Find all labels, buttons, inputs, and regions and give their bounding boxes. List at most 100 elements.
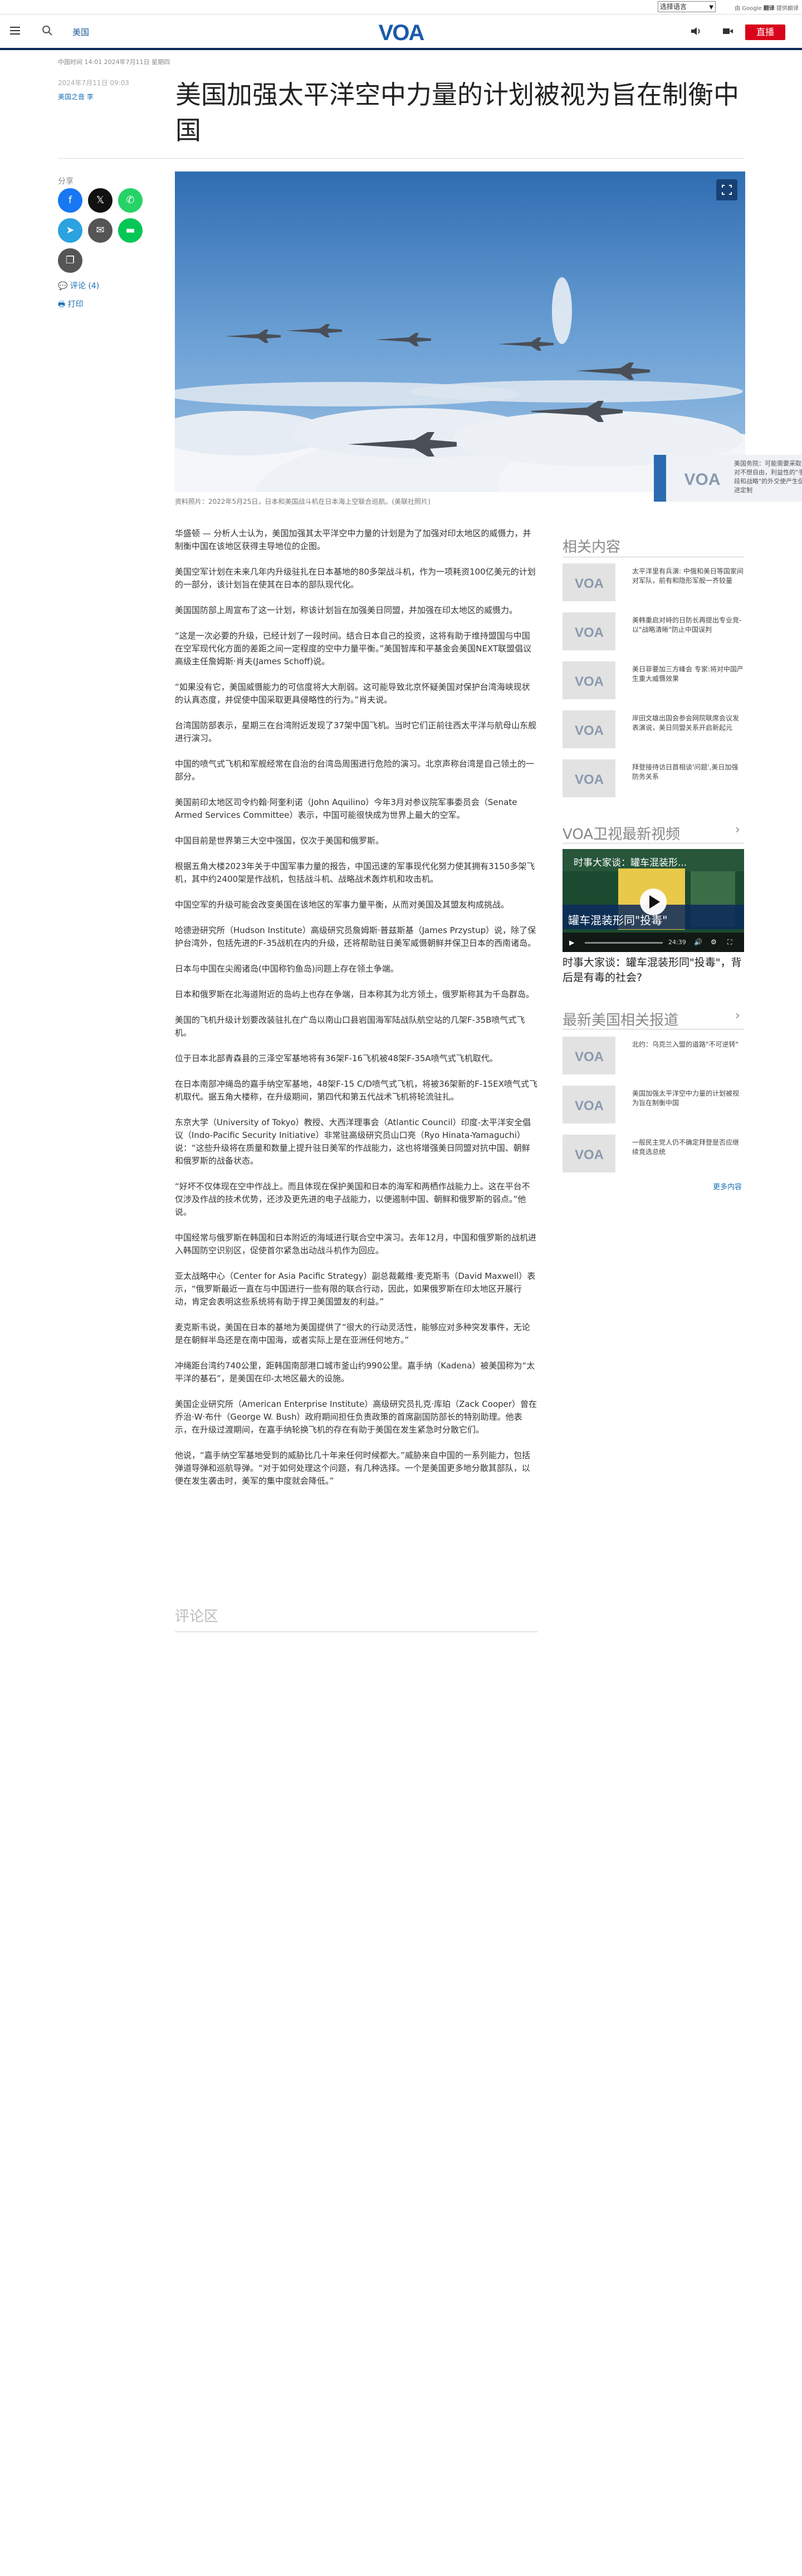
play-small-icon[interactable]: ▶ <box>569 939 574 946</box>
article-paragraph: 美国前印太地区司令约翰·阿奎利诺（John Aquilino）今年3月对参议院军… <box>175 797 517 820</box>
article-paragraph: 麦克斯韦说，美国在日本的基地为美国提供了“很大的行动灵活性，能够应对多种突发事件… <box>175 1322 530 1345</box>
image-caption: 资料照片：2022年5月25日，日本和美国战斗机在日本海上空联合巡航。(美联社照… <box>175 498 431 506</box>
live-button[interactable]: 直播 <box>745 24 785 40</box>
chevron-right-icon[interactable]: › <box>735 823 740 837</box>
voa-logo: VOA <box>575 674 604 688</box>
x-twitter-icon[interactable]: 𝕏 <box>88 188 113 213</box>
fullscreen-icon[interactable]: ⛶ <box>727 938 732 946</box>
article-paragraph: 美国企业研究所（American Enterprise Institute）高级… <box>175 1399 537 1435</box>
story-title: 美韩重启对峙的日防长再提出专业竞-以"战略清晰"防止中国误判 <box>632 616 742 634</box>
article-paragraph: 中国空军的升级可能会改变美国在该地区的军事力量平衡，从而对美国及其盟友构成挑战。 <box>175 900 510 910</box>
volume-icon[interactable]: 🔊 <box>694 938 702 946</box>
video-title[interactable]: 时事大家谈：罐车混装形同"投毒"，背后是有毒的社会? <box>563 955 744 985</box>
site-header: 美国 VOA 直播 <box>0 14 802 50</box>
article-paragraph: 中国的喷气式飞机和军舰经常在自治的台湾岛周围进行危险的演习。北京声称台湾是自己领… <box>175 759 535 782</box>
video-heading[interactable]: VOA卫视最新视频 <box>563 823 680 843</box>
story-title: 拜登接待访日首相谈'问题',美日加强防务关系 <box>632 763 739 781</box>
sidebar-story-item[interactable]: VOA 太平洋里有兵演: 中俄和美日等国家间对军队，前有和隐形军舰一齐较量 <box>563 563 744 601</box>
article-paragraph: 台湾国防部表示，星期三在台湾附近发现了37架中国飞机。当时它们正前往西太平洋与航… <box>175 720 537 743</box>
story-title: 美日菲要加三方峰会 专家:将对中国产生重大威慑效果 <box>632 665 744 683</box>
divider <box>58 158 744 159</box>
article-paragraph: 他说，“嘉手纳空军基地受到的威胁比几十年来任何时候都大。”威胁来自中国的一系列能… <box>175 1450 531 1486</box>
sidebar-story-item[interactable]: VOA 北约：乌克兰入盟的道路"不可逆转" <box>563 1037 744 1074</box>
sidebar-story-item[interactable]: VOA 一般民主党人仍不确定拜登是否应继续竞选总统 <box>563 1135 744 1172</box>
video-duration: 24:39 <box>668 939 686 946</box>
story-title: 一般民主党人仍不确定拜登是否应继续竞选总统 <box>632 1139 740 1156</box>
floating-promo-card[interactable]: VOA 美国务院：可能需要采取对不想自由，利益性的"手段和战略"的外交使产生促进… <box>654 455 802 502</box>
article-paragraph: 华盛顿 — 分析人士认为，美国加强其太平洋空中力量的计划是为了加强对印太地区的威… <box>175 528 531 551</box>
language-select-label: 选择语言 <box>660 3 687 11</box>
publish-date: 2024年7月11日 09:03 <box>58 79 129 87</box>
article-paragraph: 日本与中国在尖阁诸岛(中国称钓鱼岛)问题上存在领土争端。 <box>175 964 399 974</box>
chevron-down-icon: ▼ <box>709 4 713 11</box>
article-paragraph: 中国目前是世界第三大空中强国，仅次于美国和俄罗斯。 <box>175 836 384 846</box>
facebook-icon[interactable]: f <box>58 188 82 213</box>
voa-logo[interactable]: VOA <box>373 20 429 45</box>
svg-text:VOA: VOA <box>575 1049 604 1063</box>
search-icon[interactable] <box>41 24 53 37</box>
article-paragraph: 哈德逊研究所（Hudson Institute）高级研究员詹姆斯·普兹斯基（Ja… <box>175 925 536 948</box>
latest-heading[interactable]: 最新美国相关报道 <box>563 1009 678 1029</box>
story-title: 太平洋里有兵演: 中俄和美日等国家间对军队，前有和隐形军舰一齐较量 <box>632 567 744 585</box>
story-thumbnail: VOA <box>563 563 615 601</box>
story-thumbnail: VOA <box>563 612 615 650</box>
article-paragraph: 中国经常与俄罗斯在韩国和日本附近的海域进行联合空中演习。去年12月，中国和俄罗斯… <box>175 1233 537 1255</box>
email-icon[interactable]: ✉ <box>88 218 113 243</box>
sidebar-story-item[interactable]: VOA 美韩重启对峙的日防长再提出专业竞-以"战略清晰"防止中国误判 <box>563 612 744 650</box>
video-progress-bar[interactable] <box>585 942 663 944</box>
print-link[interactable]: 🖶 打印 <box>58 298 84 312</box>
share-label: 分享 <box>58 177 74 186</box>
svg-text:VOA: VOA <box>575 1098 604 1112</box>
story-title: 北约：乌克兰入盟的道路"不可逆转" <box>632 1041 739 1048</box>
speaker-icon[interactable] <box>689 26 702 37</box>
article-paragraph: 美国国防部上周宣布了这一计划，称该计划旨在加强美日同盟，并加强在印太地区的威慑力… <box>175 605 518 615</box>
svg-text:VOA: VOA <box>575 625 604 639</box>
svg-text:VOA: VOA <box>575 1147 604 1161</box>
section-link[interactable]: 美国 <box>72 26 89 38</box>
article-paragraph: “如果没有它，美国威慑能力的可信度将大大削弱。这可能导致北京怀疑美国对保护台湾海… <box>175 682 530 705</box>
sidebar-story-item[interactable]: VOA 拜登接待访日首相谈'问题',美日加强防务关系 <box>563 759 744 797</box>
more-link[interactable]: 更多内容 <box>713 1181 742 1191</box>
sidebar-story-item[interactable]: VOA 美日菲要加三方峰会 专家:将对中国产生重大威慑效果 <box>563 661 744 699</box>
google-translate-credit: 由 Google 翻译 提供翻译 <box>735 6 799 12</box>
fighter-jets-photo <box>175 171 745 492</box>
sidebar-story-item[interactable]: VOA 岸田文雄出国会参会网院联席会议发表演说，美日同盟关系开启新起元 <box>563 710 744 748</box>
article-paragraph: “好坏不仅体现在空中作战上。而且体现在保护美国和日本的海军和两栖作战能力上。这在… <box>175 1181 530 1217</box>
voa-logo: VOA <box>575 625 604 639</box>
language-select[interactable]: 选择语言 ▼ <box>658 1 716 12</box>
voa-logo: VOA <box>575 1147 604 1161</box>
hero-image <box>175 171 745 492</box>
video-icon[interactable] <box>722 26 734 37</box>
story-thumbnail: VOA <box>563 1037 615 1074</box>
promo-text: 美国务院：可能需要采取对不想自由，利益性的"手段和战略"的外交使产生促进定制 <box>734 460 802 494</box>
video-player[interactable]: 时事大家谈：罐车混装形... 罐车混装形同"投毒" ▶ 24:39 🔊 ⚙ ⛶ <box>563 849 744 952</box>
related-heading: 相关内容 <box>563 539 621 556</box>
article-paragraph: “这是一次必要的升级，已经计划了一段时间。结合日本自己的投资，这将有助于维持盟国… <box>175 631 532 666</box>
svg-text:VOA: VOA <box>575 723 604 737</box>
author-link[interactable]: 美国之音 李 <box>58 92 94 101</box>
copy-link-icon[interactable]: ❐ <box>58 248 82 273</box>
article-title: 美国加强太平洋空中力量的计划被视为旨在制衡中国 <box>175 80 739 145</box>
story-thumbnail: VOA <box>563 1086 615 1123</box>
menu-icon[interactable] <box>10 27 20 35</box>
whatsapp-icon[interactable]: ✆ <box>118 188 143 213</box>
voa-logo: VOA <box>575 723 604 737</box>
expand-image-button[interactable] <box>716 179 737 200</box>
comment-icon: 💬 <box>58 282 68 291</box>
article-paragraph: 美国空军计划在未来几年内升级驻扎在日本基地的80多架战斗机，作为一项耗资100亿… <box>175 567 536 590</box>
line-icon[interactable]: ▬ <box>118 218 143 243</box>
voa-logo: VOA <box>575 576 604 590</box>
print-icon: 🖶 <box>58 300 66 309</box>
settings-icon[interactable]: ⚙ <box>711 938 717 946</box>
voa-logo: VOA <box>684 470 720 488</box>
sidebar-story-item[interactable]: VOA 美国加强太平洋空中力量的计划被视为旨在制衡中国 <box>563 1086 744 1123</box>
story-thumbnail: VOA <box>563 759 615 797</box>
telegram-icon[interactable]: ➤ <box>58 218 82 243</box>
video-overlay-title: 时事大家谈：罐车混装形... <box>574 857 687 869</box>
video-banner: 罐车混装形同"投毒" <box>568 914 668 927</box>
svg-text:VOA: VOA <box>575 772 604 786</box>
comments-link[interactable]: 💬 评论 (4) <box>58 280 99 291</box>
chevron-right-icon[interactable]: › <box>735 1009 740 1023</box>
article-paragraph: 日本和俄罗斯在北海道附近的岛屿上也存在争端，日本称其为北方领土，俄罗斯称其为千岛… <box>175 989 535 999</box>
article-paragraph: 在日本南部冲绳岛的嘉手纳空军基地，48架F-15 C/D喷气式飞机，将被36架新… <box>175 1079 538 1102</box>
